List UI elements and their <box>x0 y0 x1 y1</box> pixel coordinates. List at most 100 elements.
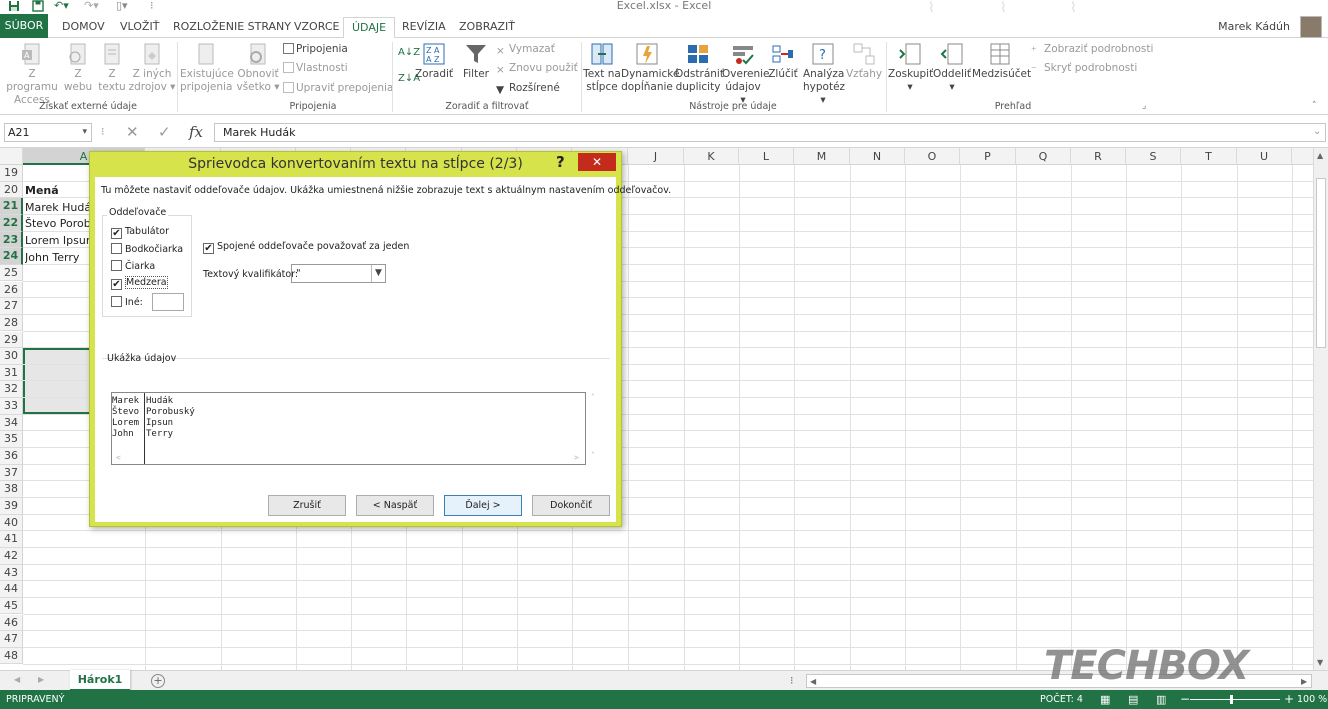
page-layout-view-icon[interactable]: ▤ <box>1128 690 1138 709</box>
consecutive-delimiters-checkbox[interactable]: ✔ Spojené oddeľovače považovať za jeden <box>203 241 409 254</box>
name-box[interactable]: A21 <box>4 123 92 142</box>
scroll-right-icon[interactable]: ▶ <box>1301 677 1307 686</box>
row-header[interactable]: 32 <box>0 381 23 399</box>
edit-links-button[interactable]: Upraviť prepojenia <box>283 82 393 95</box>
row-header[interactable]: 42 <box>0 547 23 565</box>
normal-view-icon[interactable]: ▦ <box>1100 690 1110 709</box>
scroll-left-icon[interactable]: ◀ <box>810 677 816 686</box>
tab-review[interactable]: REVÍZIA <box>394 17 454 38</box>
zoom-level[interactable]: 100 % <box>1297 690 1327 709</box>
row-header[interactable]: 30 <box>0 348 23 365</box>
consolidate-button[interactable]: Zlúčiť <box>766 42 800 81</box>
show-detail-button[interactable]: ⁺ Zobraziť podrobnosti <box>1031 43 1153 57</box>
row-header[interactable]: 20 <box>0 181 23 199</box>
finish-button[interactable]: Dokončiť <box>532 495 610 516</box>
row-header[interactable]: 41 <box>0 531 23 548</box>
cancel-icon[interactable]: ✕ <box>126 123 139 141</box>
existing-connections-button[interactable]: Existujúce pripojenia <box>180 42 234 94</box>
cancel-button[interactable]: Zrušiť <box>268 495 346 516</box>
column-header[interactable]: R <box>1071 148 1126 165</box>
column-header[interactable]: M <box>794 148 850 165</box>
tab-page-layout[interactable]: ROZLOŽENIE STRANY <box>165 17 299 38</box>
help-icon[interactable]: ? <box>556 153 565 171</box>
from-other-sources-button[interactable]: Z iných zdrojov ▾ <box>128 42 176 94</box>
space-checkbox[interactable]: ✔ Medzera <box>111 276 168 290</box>
close-icon[interactable]: ✕ <box>578 153 616 171</box>
other-delimiter-input[interactable] <box>152 293 184 311</box>
sheet-tab[interactable]: Hárok1 <box>70 670 130 691</box>
row-header[interactable]: 19 <box>0 165 23 182</box>
column-header[interactable]: N <box>850 148 905 165</box>
insert-function-icon[interactable]: fx <box>189 123 203 141</box>
reapply-button[interactable]: ⨯ Znovu použiť <box>496 62 578 76</box>
from-access-button[interactable]: A Z programu Access <box>2 42 62 107</box>
scroll-right-icon[interactable]: > <box>574 453 579 462</box>
avatar[interactable] <box>1300 16 1322 38</box>
column-header[interactable]: P <box>960 148 1016 165</box>
select-all-corner[interactable] <box>0 148 23 165</box>
advanced-button[interactable]: ▼ Rozšírené <box>496 82 560 96</box>
row-header[interactable]: 36 <box>0 448 23 465</box>
row-header[interactable]: 24 <box>0 248 23 265</box>
connections-button[interactable]: Pripojenia <box>283 43 348 56</box>
row-header[interactable]: 40 <box>0 514 23 532</box>
user-name[interactable]: Marek Kádúh <box>1218 20 1290 33</box>
column-header[interactable]: U <box>1237 148 1292 165</box>
zoom-slider[interactable] <box>1190 699 1280 700</box>
scroll-up-icon[interactable]: ▲ <box>1317 151 1323 160</box>
zoom-in-icon[interactable]: + <box>1284 690 1294 709</box>
tab-file[interactable]: SÚBOR <box>0 14 48 38</box>
scroll-down-icon[interactable]: ▼ <box>1317 658 1323 667</box>
relationships-button[interactable]: Vzťahy <box>846 42 882 81</box>
expand-formula-bar-icon[interactable]: ⌄ <box>1313 123 1321 141</box>
column-header[interactable]: K <box>684 148 739 165</box>
column-break-line[interactable] <box>144 393 145 464</box>
filter-button[interactable]: Filter <box>460 42 492 81</box>
sort-button[interactable]: Z AA Z Zoradiť <box>414 42 454 81</box>
tab-checkbox[interactable]: ✔ Tabulátor <box>111 226 169 239</box>
page-break-view-icon[interactable]: ▥ <box>1156 690 1166 709</box>
back-button[interactable]: < Naspäť <box>356 495 434 516</box>
clear-button[interactable]: ⨯ Vymazať <box>496 43 555 57</box>
vertical-scroll-thumb[interactable] <box>1316 178 1326 348</box>
dialog-launcher-icon[interactable]: ⌟ <box>1142 100 1146 113</box>
row-header[interactable]: 23 <box>0 231 23 249</box>
subtotal-button[interactable]: Medzisúčet <box>972 42 1031 81</box>
text-to-columns-button[interactable]: Text na stĺpce <box>583 42 621 94</box>
row-header[interactable]: 48 <box>0 647 23 665</box>
hide-detail-button[interactable]: ⁻ Skryť podrobnosti <box>1031 62 1137 76</box>
scroll-down-icon[interactable]: ˅ <box>591 451 595 460</box>
row-header[interactable]: 37 <box>0 464 23 482</box>
tab-formulas[interactable]: VZORCE <box>286 17 347 38</box>
row-header[interactable]: 43 <box>0 564 23 582</box>
what-if-analysis-button[interactable]: ? Analýza hypotéz ▾ <box>803 42 845 107</box>
properties-button[interactable]: Vlastnosti <box>283 62 348 75</box>
from-web-button[interactable]: Zwebu <box>62 42 94 94</box>
tab-data[interactable]: ÚDAJE <box>343 17 396 39</box>
prev-sheet-icon[interactable]: ◀ <box>14 675 20 684</box>
scroll-left-icon[interactable]: < <box>116 453 121 462</box>
column-header[interactable]: T <box>1181 148 1237 165</box>
column-header[interactable]: S <box>1126 148 1181 165</box>
row-header[interactable]: 34 <box>0 414 23 432</box>
row-header[interactable]: 47 <box>0 631 23 648</box>
column-header[interactable]: Q <box>1016 148 1071 165</box>
row-header[interactable]: 33 <box>0 398 23 415</box>
remove-duplicates-button[interactable]: Odstrániť duplicity <box>675 42 724 94</box>
group-button[interactable]: Zoskupiť ▾ <box>888 42 933 94</box>
column-header[interactable]: J <box>628 148 684 165</box>
vertical-scrollbar[interactable]: ▲ ▼ <box>1313 148 1328 670</box>
collapse-ribbon-icon[interactable]: ˄ <box>1312 100 1317 113</box>
semicolon-checkbox[interactable]: Bodkočiarka <box>111 243 183 255</box>
data-validation-button[interactable]: Overenie údajov ▾ <box>722 42 770 107</box>
refresh-all-button[interactable]: Obnoviť všetko ▾ <box>236 42 280 94</box>
row-header[interactable]: 44 <box>0 581 23 598</box>
row-header[interactable]: 21 <box>0 198 23 215</box>
flash-fill-button[interactable]: Dynamické dopĺňanie <box>621 42 679 94</box>
row-header[interactable]: 46 <box>0 614 23 632</box>
row-header[interactable]: 39 <box>0 498 23 515</box>
from-text-button[interactable]: Ztextu <box>97 42 127 94</box>
enter-icon[interactable]: ✓ <box>158 123 171 141</box>
ungroup-button[interactable]: Oddeliť ▾ <box>933 42 971 94</box>
row-header[interactable]: 29 <box>0 331 23 349</box>
